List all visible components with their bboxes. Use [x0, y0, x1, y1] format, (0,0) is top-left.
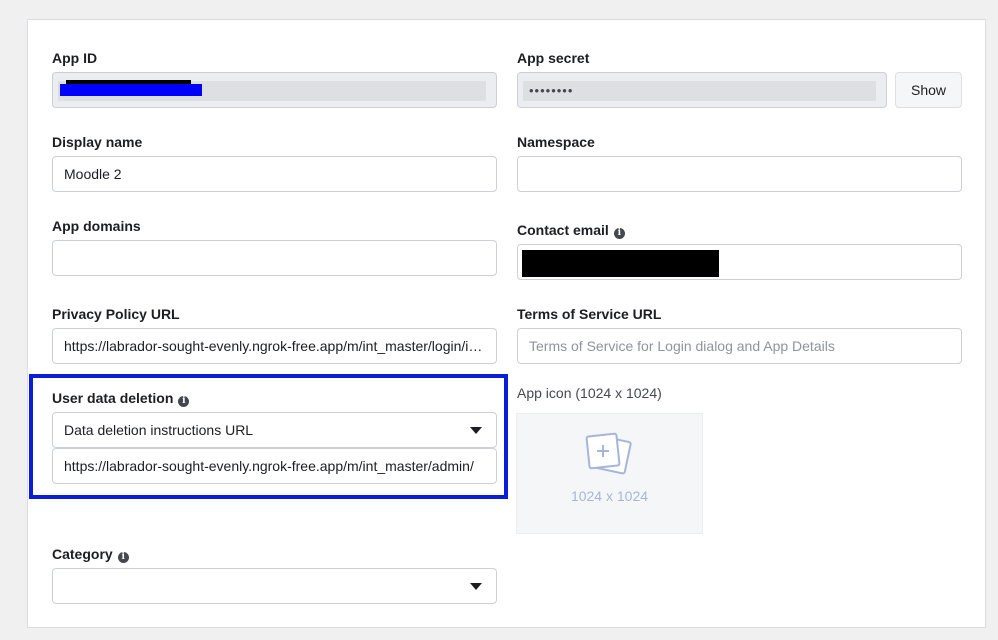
info-icon[interactable]: i [117, 552, 129, 563]
app-icon-caption: 1024 x 1024 [570, 488, 649, 504]
app-id-selection [60, 84, 202, 96]
app-domains-input[interactable] [52, 240, 497, 276]
app-id-label: App ID [52, 50, 98, 66]
show-secret-button[interactable]: Show [895, 72, 962, 108]
data-deletion-url-input[interactable]: https://labrador-sought-evenly.ngrok-fre… [52, 448, 497, 484]
category-label: Category [52, 546, 113, 562]
add-image-icon [585, 432, 632, 475]
app-secret-value: •••••••• [529, 83, 574, 98]
contact-email-label-row: Contact email i [517, 221, 625, 239]
privacy-policy-url-input[interactable]: https://labrador-sought-evenly.ngrok-fre… [52, 328, 497, 364]
user-data-deletion-select[interactable]: Data deletion instructions URL [52, 412, 497, 448]
app-secret-label: App secret [517, 50, 590, 66]
user-data-deletion-selected-value: Data deletion instructions URL [64, 422, 254, 438]
app-domains-label: App domains [52, 218, 141, 234]
display-name-input[interactable]: Moodle 2 [52, 156, 497, 192]
user-data-deletion-label-row: User data deletion i [52, 389, 190, 407]
terms-of-service-url-label: Terms of Service URL [517, 306, 662, 322]
display-name-label: Display name [52, 134, 143, 150]
user-data-deletion-label: User data deletion [52, 390, 174, 406]
terms-of-service-url-input[interactable]: Terms of Service for Login dialog and Ap… [517, 328, 962, 364]
privacy-policy-url-label: Privacy Policy URL [52, 306, 180, 322]
category-label-row: Category i [52, 545, 129, 563]
app-icon-upload[interactable]: 1024 x 1024 [516, 413, 703, 534]
app-secret-field[interactable]: •••••••• [517, 72, 887, 108]
app-secret-field-fill [523, 81, 876, 101]
app-icon-label: App icon (1024 x 1024) [517, 385, 662, 401]
namespace-input[interactable] [517, 156, 962, 192]
category-select[interactable] [52, 568, 497, 604]
info-icon[interactable]: i [178, 396, 190, 407]
contact-email-label: Contact email [517, 222, 609, 238]
chevron-down-icon [470, 583, 482, 590]
contact-email-redaction [522, 250, 719, 277]
chevron-down-icon [470, 427, 482, 434]
info-icon[interactable]: i [613, 228, 625, 239]
app-settings-panel [27, 19, 986, 628]
namespace-label: Namespace [517, 134, 595, 150]
